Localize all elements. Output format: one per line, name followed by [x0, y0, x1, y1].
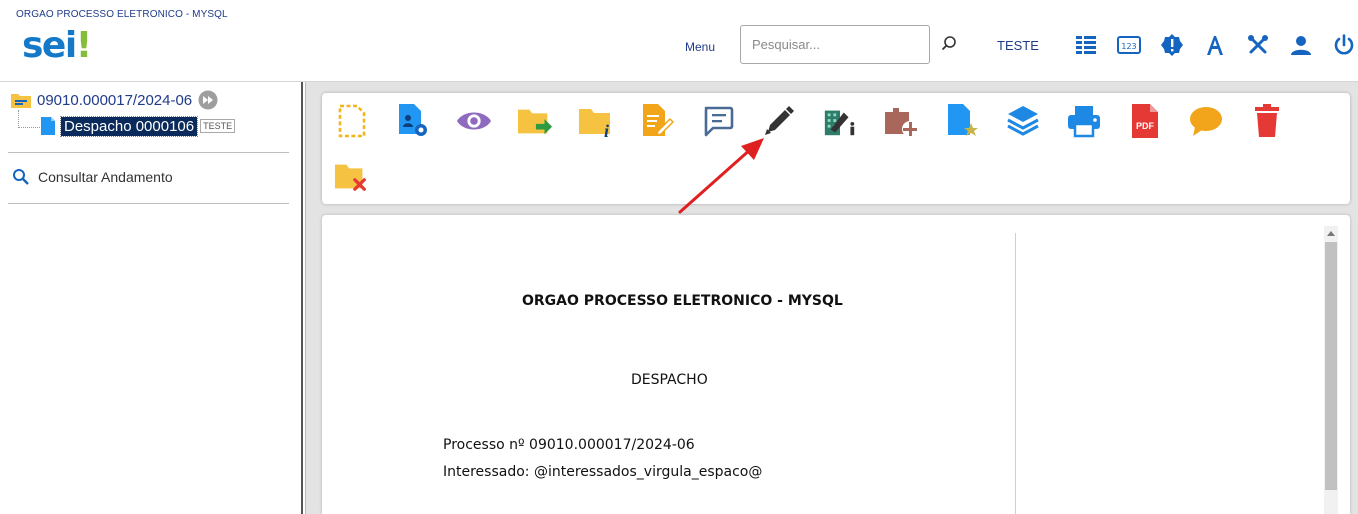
sei-logo[interactable]: sei!	[22, 25, 92, 66]
edit-document-icon[interactable]	[639, 103, 675, 139]
sign-block-icon[interactable]	[822, 103, 858, 139]
process-number[interactable]: 09010.000017/2024-06	[37, 92, 192, 109]
svg-text:i: i	[604, 121, 609, 138]
logo-mark: !	[75, 25, 92, 66]
document-header: ORGAO PROCESSO ELETRONICO - MYSQL	[522, 293, 843, 309]
document-process-line: Processo nº 09010.000017/2024-06	[443, 437, 695, 453]
consult-label[interactable]: Consultar Andamento	[38, 169, 173, 185]
divider	[8, 152, 289, 153]
pdf-icon[interactable]: PDF	[1127, 103, 1163, 139]
unit-selector[interactable]: TESTE	[997, 38, 1039, 53]
alert-badge-icon[interactable]	[1159, 32, 1185, 58]
cancel-process-icon[interactable]	[334, 158, 370, 194]
numeric-icon[interactable]: 123	[1116, 32, 1142, 58]
search-input[interactable]	[740, 25, 930, 64]
consult-progress-link[interactable]: Consultar Andamento	[12, 168, 173, 186]
document-node[interactable]: Despacho 0000106 TESTE	[40, 115, 236, 137]
tree-connector	[18, 110, 40, 128]
tools-icon[interactable]	[1245, 32, 1271, 58]
view-icon[interactable]	[456, 103, 492, 139]
scrollbar-thumb[interactable]	[1325, 242, 1337, 490]
font-icon[interactable]	[1202, 32, 1228, 58]
divider	[8, 203, 289, 204]
comment-icon[interactable]	[700, 103, 736, 139]
document-settings-icon[interactable]	[395, 103, 431, 139]
document-label[interactable]: Despacho 0000106	[59, 115, 199, 137]
process-info-icon[interactable]: i	[578, 103, 614, 139]
send-process-icon[interactable]	[517, 103, 553, 139]
document-icon	[41, 117, 55, 135]
page-margin-line	[1015, 233, 1016, 514]
new-document-icon[interactable]	[334, 103, 370, 139]
search-icon[interactable]	[940, 35, 958, 53]
user-icon[interactable]	[1288, 32, 1314, 58]
scroll-up-arrow-icon[interactable]	[1324, 226, 1338, 240]
delete-icon[interactable]	[1249, 103, 1285, 139]
pdf-text: PDF	[1136, 121, 1155, 131]
sign-document-icon[interactable]	[761, 103, 797, 139]
app-window: ORGAO PROCESSO ELETRONICO - MYSQL sei! M…	[0, 0, 1358, 514]
document-tag: TESTE	[200, 119, 236, 133]
fast-forward-icon[interactable]	[198, 90, 218, 110]
note-icon[interactable]	[1188, 103, 1224, 139]
logo-text: sei	[22, 25, 77, 66]
folder-icon	[11, 94, 31, 108]
power-icon[interactable]	[1331, 32, 1357, 58]
document-title: DESPACHO	[631, 372, 708, 388]
svg-text:123: 123	[1121, 42, 1136, 51]
header-bar: ORGAO PROCESSO ELETRONICO - MYSQL sei! M…	[0, 0, 1358, 82]
process-node[interactable]: 09010.000017/2024-06	[10, 90, 218, 110]
org-name: ORGAO PROCESSO ELETRONICO - MYSQL	[16, 9, 228, 20]
process-tree-panel	[0, 82, 301, 514]
document-interested-line: Interessado: @interessados_virgula_espac…	[443, 464, 763, 480]
favorite-document-icon[interactable]	[944, 103, 980, 139]
search-icon	[13, 169, 29, 185]
print-icon[interactable]	[1066, 103, 1102, 139]
menu-link[interactable]: Menu	[685, 40, 715, 54]
document-toolbar: i PDF	[322, 93, 1350, 204]
layers-icon[interactable]	[1005, 103, 1041, 139]
block-add-icon[interactable]	[883, 103, 919, 139]
list-icon[interactable]	[1073, 32, 1099, 58]
